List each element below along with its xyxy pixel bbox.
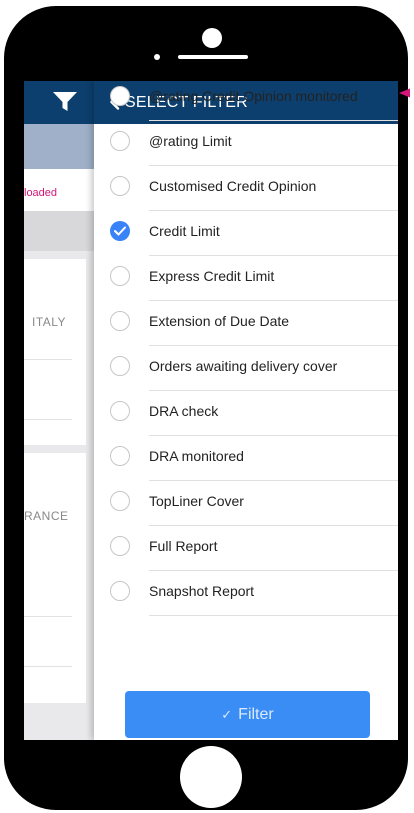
filter-option-label: Snapshot Report xyxy=(149,583,255,599)
radio-unchecked[interactable] xyxy=(110,86,130,106)
filter-option-label: Extension of Due Date xyxy=(149,313,290,329)
radio-unchecked[interactable] xyxy=(110,266,130,286)
filter-option[interactable]: Customised Credit Opinion xyxy=(94,166,398,211)
filter-option-label: Orders awaiting delivery cover xyxy=(149,358,338,374)
checkmark-icon: ✓ xyxy=(221,706,233,722)
radio-checked[interactable] xyxy=(110,221,130,241)
funnel-icon[interactable] xyxy=(52,91,78,113)
screen: loaded ITALY RANCE SELECT FILTER @rating… xyxy=(24,81,398,740)
background-card: RANCE xyxy=(24,453,86,703)
divider xyxy=(149,615,398,616)
radio-unchecked[interactable] xyxy=(110,311,130,331)
filter-option-label: @rating Limit xyxy=(149,133,232,149)
filter-option[interactable]: @rating Credit Opinion monitored xyxy=(94,81,398,121)
background-country-label: ITALY xyxy=(32,315,67,329)
radio-unchecked[interactable] xyxy=(110,401,130,421)
filter-option-label: Express Credit Limit xyxy=(149,268,275,284)
front-camera xyxy=(202,28,222,48)
background-loaded-text: loaded xyxy=(24,187,58,199)
radio-unchecked[interactable] xyxy=(110,446,130,466)
sensor-dot xyxy=(154,54,160,60)
filter-option[interactable]: Extension of Due Date xyxy=(94,301,398,346)
filter-option[interactable]: Full Report xyxy=(94,526,398,571)
radio-unchecked[interactable] xyxy=(110,356,130,376)
background-card: ITALY xyxy=(24,259,86,445)
filter-option[interactable]: DRA monitored xyxy=(94,436,398,481)
filter-option[interactable]: TopLiner Cover xyxy=(94,481,398,526)
radio-unchecked[interactable] xyxy=(110,581,130,601)
radio-unchecked[interactable] xyxy=(110,491,130,511)
filter-option-label: DRA check xyxy=(149,403,219,419)
radio-unchecked[interactable] xyxy=(110,536,130,556)
filter-panel: SELECT FILTER @rating Credit Opinion mon… xyxy=(94,81,398,740)
filter-option-label: Full Report xyxy=(149,538,218,554)
filter-option-label: @rating Credit Opinion monitored xyxy=(149,88,358,104)
filter-option-label: Credit Limit xyxy=(149,223,220,239)
radio-unchecked[interactable] xyxy=(110,131,130,151)
filter-option-label: DRA monitored xyxy=(149,448,244,464)
filter-option[interactable]: @rating Limit xyxy=(94,121,398,166)
radio-unchecked[interactable] xyxy=(110,176,130,196)
filter-button-label: Filter xyxy=(238,705,274,723)
home-button[interactable] xyxy=(180,746,242,808)
filter-option[interactable]: Express Credit Limit xyxy=(94,256,398,301)
filter-list: @rating Credit Opinion monitored @rating … xyxy=(94,81,398,616)
filter-button[interactable]: ✓ Filter xyxy=(125,691,370,738)
filter-option[interactable]: Orders awaiting delivery cover xyxy=(94,346,398,391)
filter-option[interactable]: Credit Limit xyxy=(94,211,398,256)
filter-option[interactable]: Snapshot Report xyxy=(94,571,398,616)
filter-option-label: TopLiner Cover xyxy=(149,493,244,509)
background-country-label: RANCE xyxy=(24,509,69,523)
filter-option-label: Customised Credit Opinion xyxy=(149,178,317,194)
magenta-arrow-icon xyxy=(399,88,410,98)
speaker-grille xyxy=(178,55,248,59)
filter-option[interactable]: DRA check xyxy=(94,391,398,436)
checkmark-icon xyxy=(114,226,126,236)
